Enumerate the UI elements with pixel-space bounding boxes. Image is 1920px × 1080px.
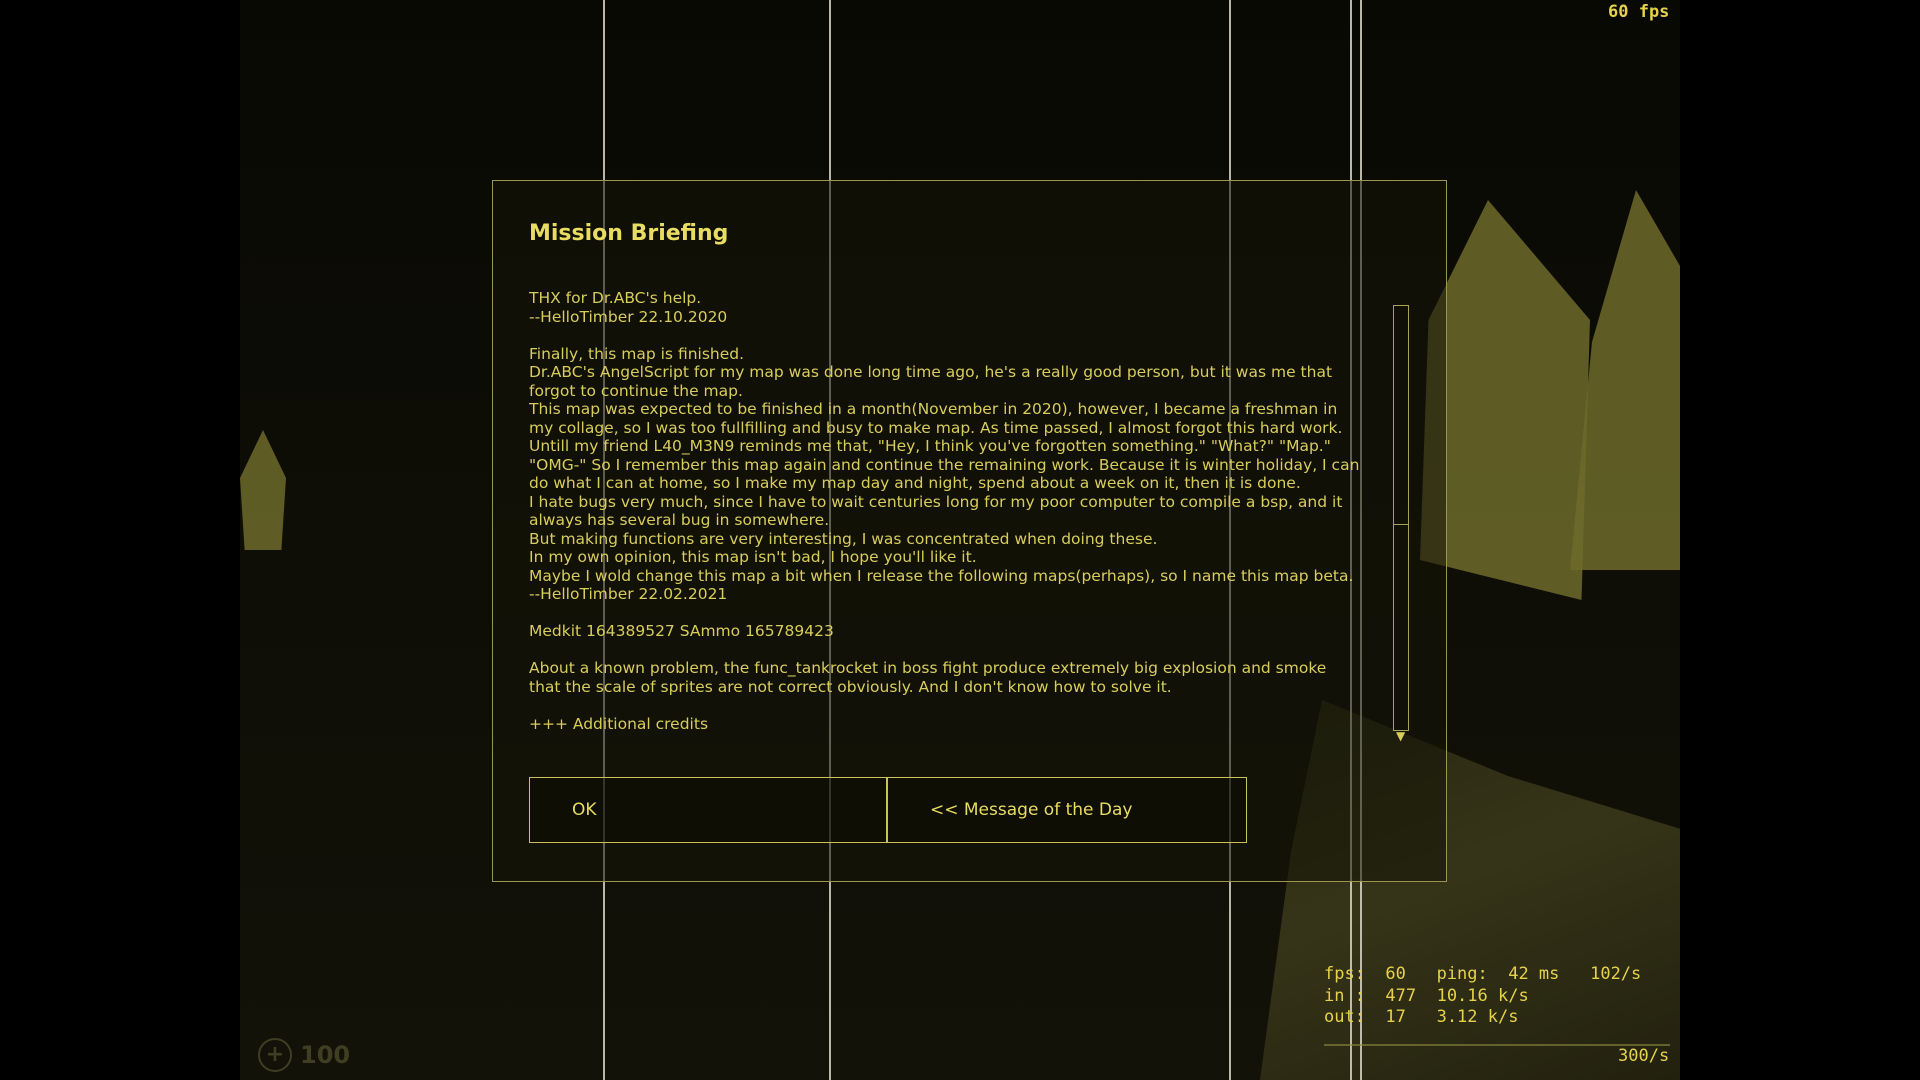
ok-button-label: OK (572, 800, 597, 820)
netgraph-line-fps: fps: 60 ping: 42 ms 102/s (1324, 964, 1642, 984)
scrollbar-thumb[interactable] (1394, 306, 1408, 525)
briefing-text: THX for Dr.ABC's help. --HelloTimber 22.… (529, 289, 1360, 733)
netgraph-line-in: in : 477 10.16 k/s (1324, 985, 1529, 1006)
mission-briefing-dialog: Mission Briefing THX for Dr.ABC's help. … (492, 180, 1447, 882)
fps-counter: 60 fps (1608, 2, 1670, 22)
netgraph: fps: 60 ping: 42 ms 102/s in : 477 10.16 … (1324, 964, 1641, 1029)
ok-button[interactable]: OK (529, 777, 887, 843)
left-letterbox (0, 0, 240, 1080)
tree-left (240, 430, 286, 550)
netgraph-rate: 300/s (1618, 1046, 1670, 1066)
netgraph-line-out: out: 17 3.12 k/s (1324, 1007, 1519, 1027)
right-letterbox (1680, 0, 1920, 1080)
scrollbar[interactable] (1393, 305, 1409, 731)
scroll-down-arrow-icon[interactable]: ▼ (1396, 729, 1405, 743)
dialog-title: Mission Briefing (529, 221, 729, 246)
cross-icon: + (258, 1038, 292, 1072)
motd-button-label: << Message of the Day (930, 800, 1133, 820)
message-of-the-day-button[interactable]: << Message of the Day (887, 777, 1247, 843)
health-value: 100 (300, 1041, 351, 1069)
health-indicator: + 100 (258, 1038, 350, 1072)
